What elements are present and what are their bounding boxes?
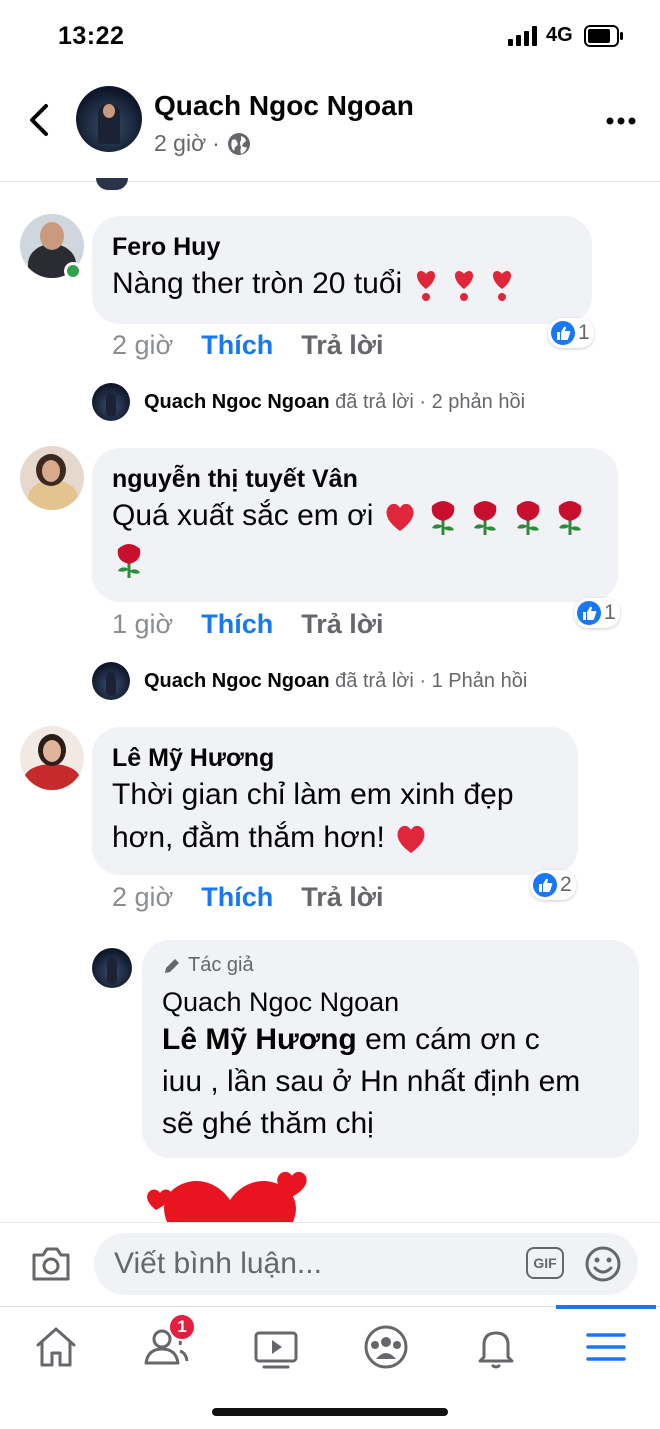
meta-separator: · (212, 130, 220, 156)
reply-author-avatar[interactable] (92, 948, 132, 988)
post-time: 2 giờ (154, 130, 207, 156)
comment-bubble[interactable]: nguyễn thị tuyết Vân Quá xuất sắc em ơi (92, 448, 618, 602)
view-replies-link[interactable]: Quach Ngoc Ngoan đã trả lời · 1 Phản hồi (92, 662, 527, 700)
reply-button[interactable]: Trả lời (301, 882, 383, 913)
author-badge: Tác giả (162, 954, 619, 977)
like-button[interactable]: Thích (201, 330, 273, 361)
back-arrow-icon[interactable] (22, 100, 56, 140)
reply-author-name[interactable]: Quach Ngoc Ngoan (162, 985, 619, 1019)
comment-bubble[interactable]: Lê Mỹ Hương Thời gian chỉ làm em xinh đẹ… (92, 727, 578, 875)
more-options-icon[interactable] (606, 116, 636, 126)
groups-icon[interactable] (360, 1321, 412, 1373)
reaction-count[interactable]: 1 (574, 598, 620, 628)
battery-icon (584, 25, 623, 47)
post-header: Quach Ngoc Ngoan 2 giờ · (0, 72, 660, 182)
post-author-avatar[interactable] (76, 86, 142, 152)
active-tab-indicator (556, 1305, 656, 1309)
like-reaction-icon (577, 601, 601, 625)
previous-avatar-edge (96, 178, 128, 190)
comment-text: Thời gian chỉ làm em xinh đẹp hơn, đằm t… (112, 773, 558, 859)
reply-button[interactable]: Trả lời (301, 609, 383, 640)
gif-button[interactable]: GIF (526, 1247, 564, 1279)
red-heart-icon (397, 825, 425, 854)
status-bar: 13:22 4G (0, 0, 660, 72)
globe-icon (227, 132, 250, 155)
heart-exclamation-icon (493, 271, 512, 302)
view-replies-link[interactable]: Quach Ngoc Ngoan đã trả lời · 2 phản hồi (92, 383, 525, 421)
comment-author[interactable]: Lê Mỹ Hương (112, 743, 558, 773)
network-type: 4G (546, 24, 573, 46)
comment-composer: GIF (0, 1222, 660, 1306)
camera-icon[interactable] (30, 1245, 72, 1283)
author-reply-bubble[interactable]: Tác giả Quach Ngoc Ngoan Lê Mỹ Hương em … (142, 940, 639, 1158)
reaction-count[interactable]: 2 (530, 870, 576, 900)
heart-exclamation-icon (454, 271, 473, 302)
watch-icon[interactable] (250, 1321, 302, 1373)
online-status-indicator (64, 262, 82, 280)
heart-exclamation-icon (416, 271, 435, 302)
home-indicator (212, 1408, 448, 1416)
rose-icon (117, 544, 141, 579)
rose-icon (474, 501, 497, 536)
reply-text: Lê Mỹ Hương em cám ơn c iuu , lần sau ở … (162, 1023, 581, 1140)
post-meta: 2 giờ · (154, 130, 252, 157)
comment-time: 1 giờ (112, 609, 174, 639)
comment-time: 2 giờ (112, 882, 174, 912)
menu-icon[interactable] (580, 1321, 632, 1373)
reply-count: 1 Phản hồi (431, 669, 528, 692)
reply-author-name: Quach Ngoc Ngoan (144, 390, 330, 413)
commenter-avatar[interactable] (20, 446, 84, 510)
notification-badge: 1 (168, 1313, 196, 1341)
pencil-icon (165, 958, 179, 973)
reply-author-name: Quach Ngoc Ngoan (144, 669, 330, 692)
comment-actions: 2 giờ Thích Trả lời (112, 330, 383, 361)
comment-text: Quá xuất sắc em ơi (112, 494, 598, 580)
rose-icon (516, 501, 540, 536)
comment-bubble[interactable]: Fero Huy Nàng ther tròn 20 tuổi (92, 216, 592, 324)
post-author-name[interactable]: Quach Ngoc Ngoan (154, 90, 414, 122)
commenter-avatar[interactable] (20, 726, 84, 790)
reply-author-avatar (92, 383, 130, 421)
comment-text: Nàng ther tròn 20 tuổi (112, 262, 572, 305)
like-button[interactable]: Thích (201, 882, 273, 913)
like-reaction-icon (533, 873, 557, 897)
reply-button[interactable]: Trả lời (301, 330, 383, 361)
heart-sticker (147, 1171, 307, 1222)
rose-icon (558, 501, 582, 536)
comment-time: 2 giờ (112, 330, 174, 360)
notifications-icon[interactable] (470, 1321, 522, 1373)
reaction-count[interactable]: 1 (548, 318, 594, 348)
signal-icon (508, 26, 537, 46)
reply-author-avatar (92, 662, 130, 700)
reply-count: 2 phản hồi (431, 390, 526, 413)
mention-link[interactable]: Lê Mỹ Hương (162, 1023, 357, 1056)
comment-actions: 1 giờ Thích Trả lời (112, 609, 383, 640)
emoji-icon[interactable] (584, 1245, 622, 1283)
comment-actions: 2 giờ Thích Trả lời (112, 882, 383, 913)
comment-author[interactable]: nguyễn thị tuyết Vân (112, 464, 598, 494)
red-heart-icon (386, 503, 414, 532)
rose-icon (431, 501, 455, 536)
home-icon[interactable] (30, 1321, 82, 1373)
status-time: 13:22 (58, 22, 125, 50)
comment-author[interactable]: Fero Huy (112, 232, 572, 262)
like-button[interactable]: Thích (201, 609, 273, 640)
like-reaction-icon (551, 321, 575, 345)
